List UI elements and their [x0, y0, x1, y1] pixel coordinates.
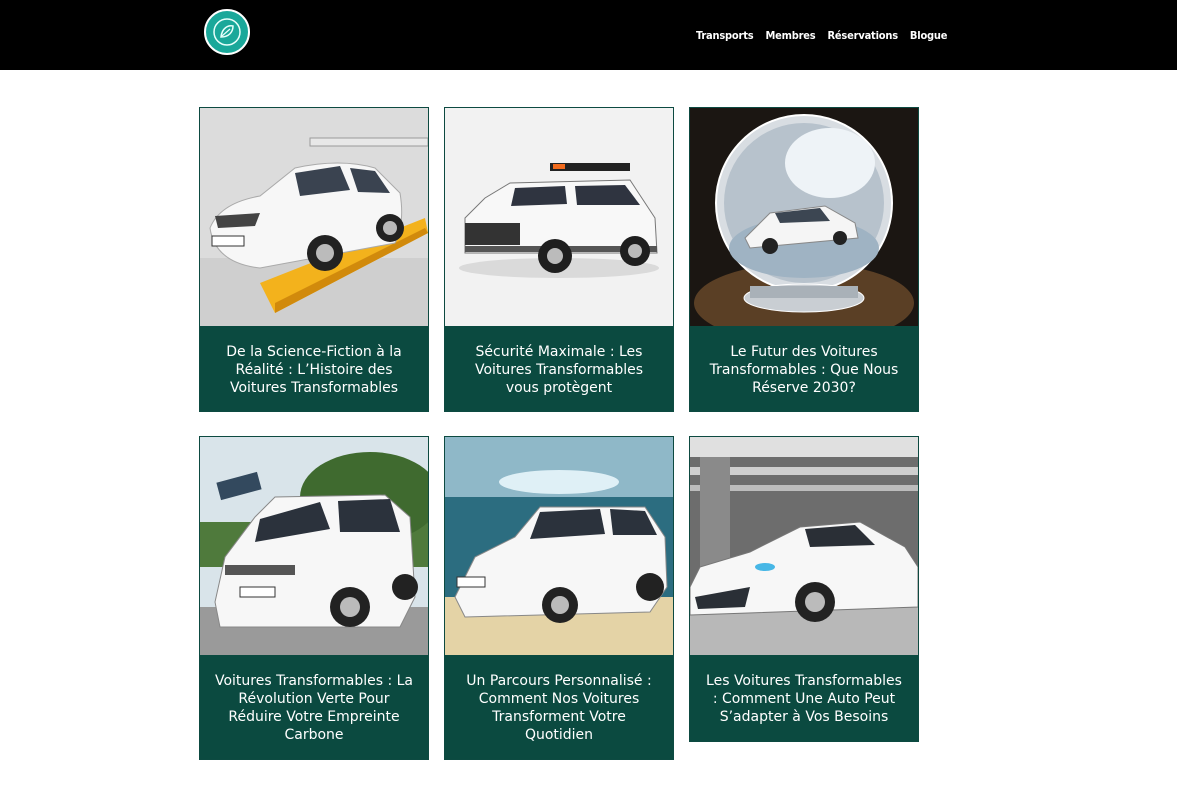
leaf-logo-icon: [213, 18, 241, 46]
nav-transports[interactable]: Transports: [696, 28, 754, 44]
main-nav: Transports Membres Réservations Blogue: [696, 28, 948, 44]
article-card[interactable]: Un Parcours Personnalisé : Comment Nos V…: [444, 436, 674, 760]
article-image[interactable]: [445, 108, 673, 326]
article-title[interactable]: De la Science-Fiction à la Réalité : L’H…: [200, 326, 428, 411]
article-title[interactable]: Le Futur des Voitures Transformables : Q…: [690, 326, 918, 411]
article-title[interactable]: Un Parcours Personnalisé : Comment Nos V…: [445, 655, 673, 759]
site-header: Transports Membres Réservations Blogue: [0, 0, 1177, 70]
nav-reservations[interactable]: Réservations: [828, 28, 899, 44]
article-title[interactable]: Les Voitures Transformables : Comment Un…: [690, 655, 918, 741]
nav-blogue[interactable]: Blogue: [910, 28, 948, 44]
article-card[interactable]: Sécurité Maximale : Les Voitures Transfo…: [444, 107, 674, 412]
article-card[interactable]: Les Voitures Transformables : Comment Un…: [689, 436, 919, 742]
article-image[interactable]: [690, 108, 918, 326]
article-image[interactable]: [445, 437, 673, 655]
article-image[interactable]: [200, 108, 428, 326]
article-card[interactable]: De la Science-Fiction à la Réalité : L’H…: [199, 107, 429, 412]
article-title[interactable]: Sécurité Maximale : Les Voitures Transfo…: [445, 326, 673, 411]
article-image[interactable]: [690, 437, 918, 655]
article-card[interactable]: Voitures Transformables : La Révolution …: [199, 436, 429, 760]
article-title[interactable]: Voitures Transformables : La Révolution …: [200, 655, 428, 759]
nav-membres[interactable]: Membres: [765, 28, 815, 44]
article-card[interactable]: Le Futur des Voitures Transformables : Q…: [689, 107, 919, 412]
site-logo[interactable]: [204, 9, 250, 55]
article-image[interactable]: [200, 437, 428, 655]
